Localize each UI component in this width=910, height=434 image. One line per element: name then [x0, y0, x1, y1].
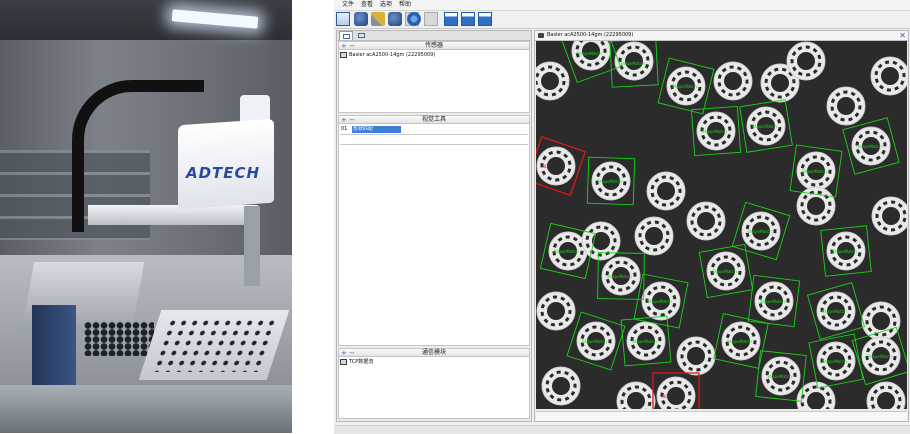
tray-parts: [151, 318, 279, 372]
device-tab[interactable]: [339, 31, 353, 40]
robot-spindle: [244, 206, 260, 286]
layout-split-icon[interactable]: [461, 12, 475, 26]
view-status-bar: [536, 411, 907, 421]
tools-icon[interactable]: [371, 12, 385, 26]
robot-brand-logo: ADTECH: [186, 164, 261, 182]
detection-label: ShapeMatch: [747, 229, 772, 234]
part-ring: [871, 196, 907, 236]
part-ring: [686, 201, 726, 241]
detection-label: ShapeMatch: [597, 179, 622, 184]
camera-icon: [538, 33, 544, 38]
detection-label: ShapeMatch: [802, 169, 827, 174]
sensor-title: 传感器: [424, 42, 443, 49]
detection-label: ShapeMatch: [607, 274, 632, 279]
camera-view-panel: Basler acA2500-14gm (22295009) ✕ ShapeMa…: [534, 30, 909, 422]
detection-label: ShapeMatch: [822, 309, 847, 314]
detection-label: ShapeMatch: [672, 84, 697, 89]
tool-name: 形状匹配: [352, 126, 401, 133]
comm-item-label: TCP数据流: [349, 359, 374, 365]
comm-section: + − 通信模块 TCP数据流: [338, 348, 530, 419]
menu-help[interactable]: 帮助: [399, 0, 411, 10]
layout-icon[interactable]: [336, 12, 350, 26]
list-tab[interactable]: [355, 31, 369, 40]
part-ring: [541, 366, 581, 406]
comm-header: + − 通信模块: [338, 348, 530, 357]
part-ring: [713, 61, 753, 101]
part-ring: [536, 291, 576, 331]
detection-label: ShapeMatch: [554, 249, 579, 254]
sensor-item[interactable]: Basler acA2500-14gm (22295009): [340, 51, 435, 59]
tool-row[interactable]: 01 形状匹配: [340, 125, 528, 135]
detection-label: ShapeMatch: [867, 354, 892, 359]
detection-label: ShapeMatch: [832, 249, 857, 254]
machine-front-panel: [0, 385, 292, 433]
detection-label: NG: [542, 164, 548, 169]
detection-label: ShapeMatch: [760, 299, 785, 304]
vision-tools-title: 视觉工具: [421, 116, 446, 123]
detection-label: ShapeMatch: [767, 374, 792, 379]
comm-title: 通信模块: [421, 349, 446, 356]
detection-label: ShapeMatch: [582, 339, 607, 344]
parts-pile: [84, 322, 154, 356]
list-tab-icon: [358, 33, 365, 38]
robot-arm: [88, 205, 258, 225]
sensor-section: + − 传感器 Basler acA2500-14gm (22295009): [338, 41, 530, 113]
comm-item[interactable]: TCP数据流: [340, 358, 373, 366]
part-ring: [861, 301, 901, 341]
part-ring: [634, 216, 674, 256]
record-icon[interactable]: [407, 12, 421, 26]
menu-options[interactable]: 选项: [380, 0, 392, 10]
detection-label: ShapeMatch: [702, 129, 727, 134]
detection-label: ShapeMatch: [620, 61, 645, 66]
layout-single-icon[interactable]: [444, 12, 458, 26]
part-ring: [676, 336, 716, 376]
disabled-icon: [424, 12, 438, 26]
vision-software-window: 文件 查看 选项 帮助 + − 传感器 Basler acA2500-14gm …: [334, 0, 910, 434]
detection-label: NG: [662, 394, 668, 399]
toolbar: [334, 11, 910, 29]
part-ring: [536, 61, 570, 101]
detection-label: ShapeMatch: [632, 339, 657, 344]
part-ring: [581, 221, 621, 261]
detection-label: ShapeMatch: [727, 339, 752, 344]
part-ring: [646, 171, 686, 211]
part-ring: [656, 376, 696, 409]
factory-photo: ADTECH: [0, 0, 292, 433]
detection-label: ShapeMatch: [712, 269, 737, 274]
detection-label: ShapeMatch: [857, 144, 882, 149]
view-titlebar: Basler acA2500-14gm (22295009) ✕: [535, 31, 908, 41]
sensor-header: + − 传感器: [338, 41, 530, 50]
panel-tabs: [337, 31, 531, 41]
device-tab-icon: [343, 34, 350, 39]
layout-stack-icon[interactable]: [478, 12, 492, 26]
part-ring: [826, 86, 866, 126]
menu-view[interactable]: 查看: [361, 0, 373, 10]
menu-bar: 文件 查看 选项 帮助: [334, 0, 910, 11]
sensor-list: Basler acA2500-14gm (22295009): [338, 50, 530, 113]
detection-label: ShapeMatch: [752, 124, 777, 129]
comm-list: TCP数据流: [338, 357, 530, 419]
part-ring: [870, 56, 907, 96]
vision-tools-header: + − 视觉工具: [338, 115, 530, 124]
stream-icon: [340, 358, 347, 365]
camera-icon: [340, 51, 347, 58]
camera-image[interactable]: ShapeMatch ShapeMatch ShapeMatch ShapeMatch…: [536, 41, 907, 409]
detection-label: ShapeMatch: [577, 51, 602, 56]
sensor-item-label: Basler acA2500-14gm (22295009): [349, 52, 436, 58]
vision-tools-section: + − 视觉工具 01 形状匹配: [338, 115, 530, 346]
view-title: Basler acA2500-14gm (22295009): [547, 32, 634, 38]
capture-icon[interactable]: [388, 12, 402, 26]
close-icon[interactable]: ✕: [899, 31, 906, 40]
menu-file[interactable]: 文件: [342, 0, 354, 10]
tool-index: 01: [341, 126, 348, 132]
detection-label: ShapeMatch: [647, 299, 672, 304]
tool-row-empty: [340, 135, 528, 145]
vision-tools-list: 01 形状匹配: [338, 124, 530, 346]
camera-connect-icon[interactable]: [354, 12, 368, 26]
left-panel: + − 传感器 Basler acA2500-14gm (22295009) +…: [336, 30, 532, 422]
detection-label: ShapeMatch: [822, 359, 847, 364]
